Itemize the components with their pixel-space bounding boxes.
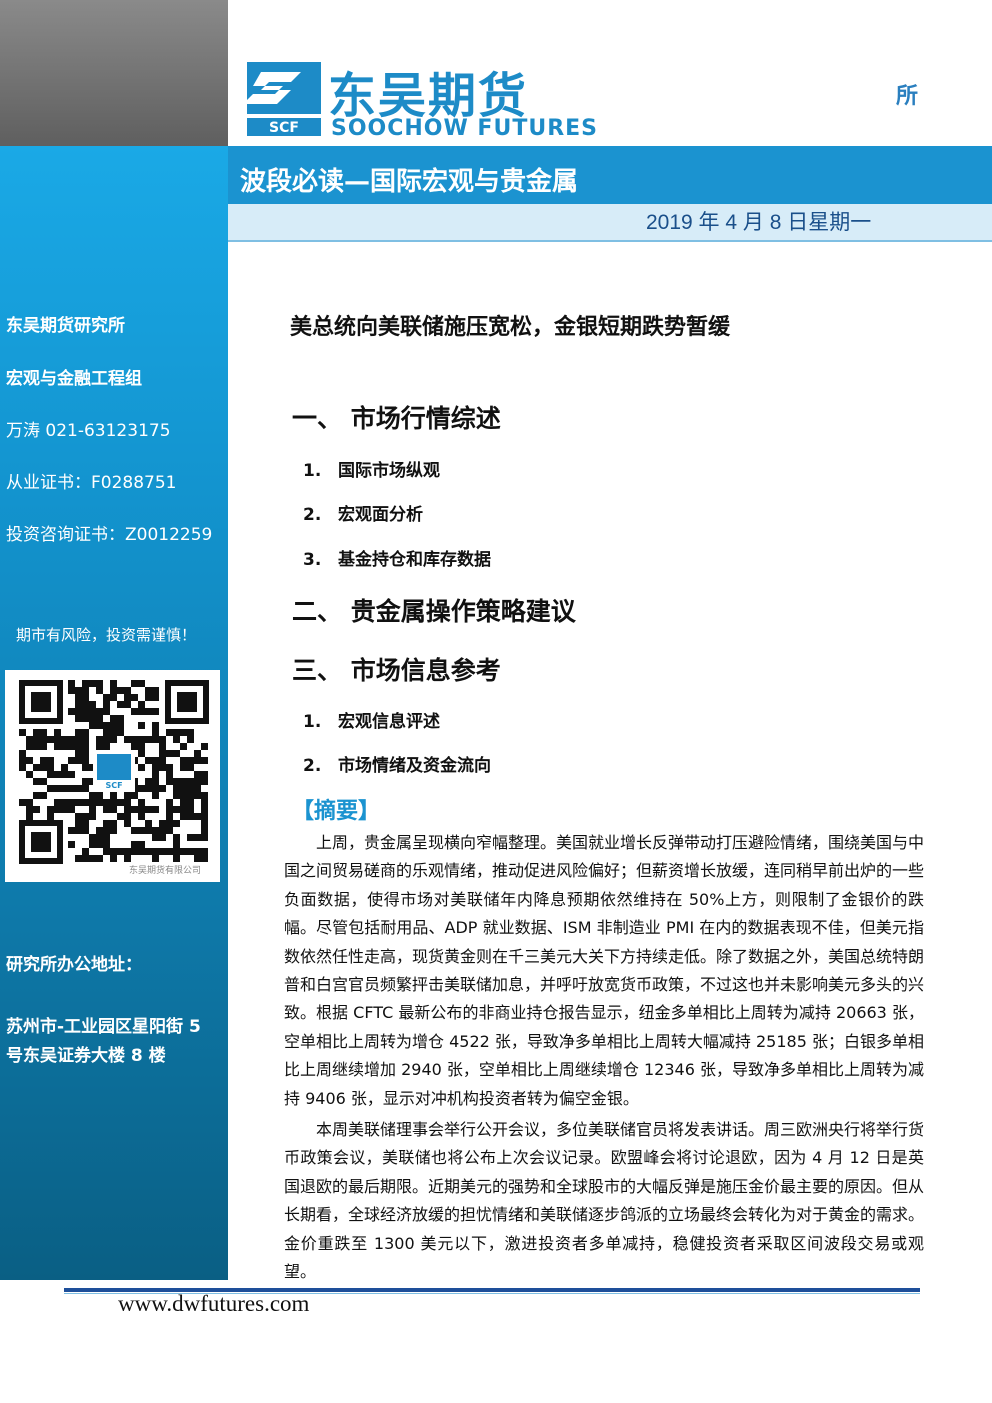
qr-code-image: SCF 东吴期货有限公司	[19, 680, 209, 876]
item-label: 宏观信息评述	[338, 712, 440, 732]
section-2-heading: 二、 贵金属操作策略建议	[292, 597, 576, 626]
qr-caption: 东吴期货有限公司	[129, 864, 201, 876]
sidebar-top-gray-block	[0, 0, 228, 146]
qr-logo-text: SCF	[105, 781, 122, 790]
item-number: 3.	[303, 550, 322, 570]
section-3-heading: 三、 市场信息参考	[292, 656, 501, 685]
sidebar-consult-license: 投资咨询证书：Z0012259	[6, 525, 213, 545]
summary-title: 【摘要】	[292, 799, 381, 824]
headline: 美总统向美联储施压宽松，金银短期跌势暂缓	[290, 315, 731, 340]
section-1-item-2: 2. 宏观面分析	[303, 500, 423, 525]
report-title: 波段必读—国际宏观与贵金属	[240, 167, 579, 197]
sidebar-group: 宏观与金融工程组	[6, 369, 142, 389]
section-1-heading: 一、 市场行情综述	[292, 404, 501, 433]
address-line2: 号东吴证券大楼 8 楼	[6, 1046, 166, 1066]
item-label: 基金持仓和库存数据	[338, 550, 491, 570]
section-1-item-3: 3. 基金持仓和库存数据	[303, 545, 491, 570]
address-label: 研究所办公地址：	[6, 955, 142, 975]
address-line1: 苏州市-工业园区星阳街 5	[6, 1017, 201, 1037]
item-number: 1.	[303, 712, 322, 732]
section-3-item-2: 2. 市场情绪及资金流向	[303, 751, 491, 776]
sidebar-institute: 东吴期货研究所	[6, 316, 125, 336]
item-label: 宏观面分析	[338, 505, 423, 525]
report-date: 2019 年 4 月 8 日星期一	[646, 211, 872, 234]
item-number: 2.	[303, 505, 322, 525]
brand-name-en: SOOCHOW FUTURES	[331, 116, 599, 141]
item-label: 国际市场纵观	[338, 461, 440, 481]
date-bar	[228, 204, 992, 242]
brand-logo-icon: SCF	[243, 62, 321, 140]
sidebar-analyst: 万涛 021-63123175	[6, 421, 171, 441]
qr-code: SCF 东吴期货有限公司	[5, 670, 220, 882]
website-link[interactable]: www.dwfutures.com	[118, 1291, 309, 1317]
risk-notice: 期市有风险，投资需谨慎！	[16, 626, 197, 644]
logo-scf-text: SCF	[269, 120, 299, 136]
item-label: 市场情绪及资金流向	[338, 756, 491, 776]
item-number: 1.	[303, 461, 322, 481]
sidebar-license: 从业证书：F0288751	[6, 473, 177, 493]
section-1-item-1: 1. 国际市场纵观	[303, 456, 440, 481]
item-number: 2.	[303, 756, 322, 776]
summary-paragraph-1: 上周，贵金属呈现横向窄幅整理。美国就业增长反弹带动打压避险情绪，围绕美国与中国之…	[284, 833, 925, 1108]
summary-paragraph-2: 本周美联储理事会举行公开会议，多位美联储官员将发表讲话。周三欧洲央行将举行货币政…	[284, 1120, 925, 1282]
section-3-item-1: 1. 宏观信息评述	[303, 707, 440, 732]
corner-text: 所	[896, 84, 919, 109]
